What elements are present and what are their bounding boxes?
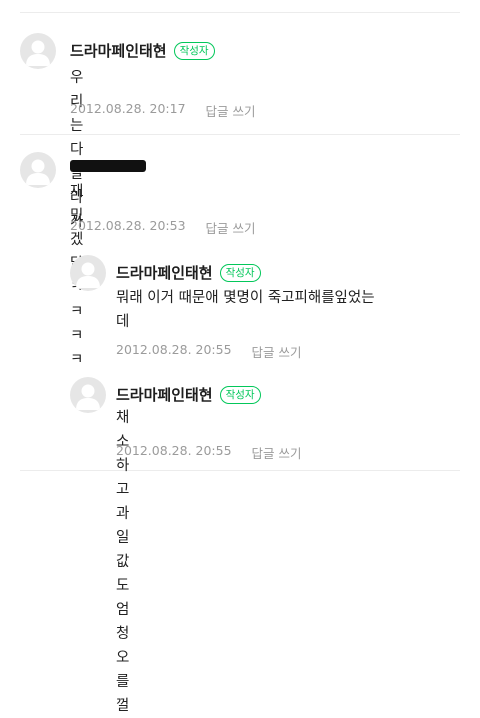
default-profile-icon [76, 384, 100, 410]
comment-author[interactable]: 드라마페인태현 [116, 384, 213, 405]
default-profile-icon [26, 159, 50, 185]
avatar[interactable] [70, 255, 106, 291]
writer-badge: 작성자 [173, 41, 215, 60]
comment-text: 뭐래 이거 때문애 몇명이 죽고피해를잎었는 데 [116, 290, 375, 330]
avatar[interactable] [20, 152, 56, 188]
comment-date: 2012.08.28. 20:17 [70, 101, 186, 116]
divider [20, 134, 460, 135]
comment-author[interactable]: 드라마페인태현 [116, 262, 213, 283]
divider [20, 470, 460, 471]
reply-button[interactable]: 답글 쓰기 [252, 342, 302, 361]
reply-button[interactable]: 답글 쓰기 [252, 443, 302, 462]
writer-badge: 작성자 [219, 263, 261, 282]
avatar[interactable] [20, 33, 56, 69]
reply-button[interactable]: 답글 쓰기 [206, 218, 256, 237]
divider [20, 12, 460, 13]
comment-author[interactable]: 드라마페인태현 [70, 40, 167, 61]
reply-button[interactable]: 답글 쓰기 [206, 101, 256, 120]
avatar[interactable] [70, 377, 106, 413]
default-profile-icon [26, 40, 50, 66]
comment-date: 2012.08.28. 20:53 [70, 218, 186, 233]
comment-date: 2012.08.28. 20:55 [116, 443, 232, 458]
default-profile-icon [76, 262, 100, 288]
writer-badge: 작성자 [219, 385, 261, 404]
redacted-author [70, 160, 146, 172]
comment-date: 2012.08.28. 20:55 [116, 342, 232, 357]
